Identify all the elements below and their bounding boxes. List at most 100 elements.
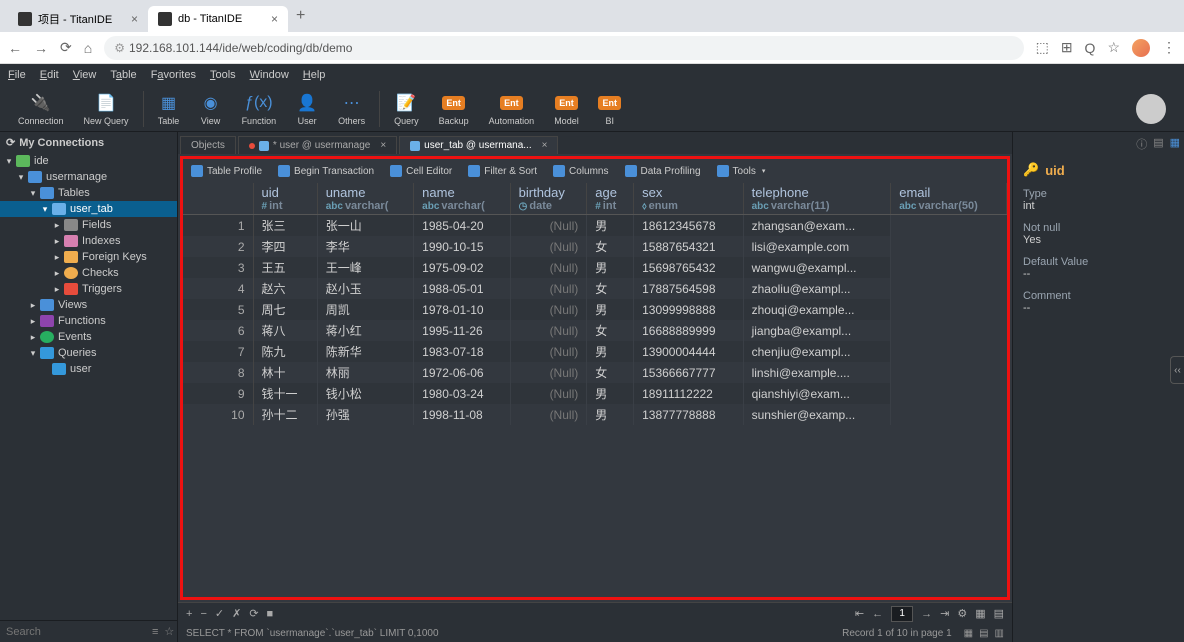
tree-item[interactable]: ▾Queries: [0, 345, 177, 361]
column-header[interactable]: uid# int: [253, 183, 317, 215]
profile-avatar[interactable]: [1132, 39, 1150, 57]
table-row[interactable]: 3王五王一峰1975-09-02(Null)男15698765432wangwu…: [183, 257, 1007, 278]
layout-icon[interactable]: ▦: [964, 628, 973, 639]
search-input[interactable]: [6, 626, 148, 638]
menu-window[interactable]: Window: [250, 69, 289, 81]
new-query-button[interactable]: 📄New Query: [74, 90, 139, 128]
forward-button[interactable]: →: [34, 40, 48, 56]
settings-icon[interactable]: ⚙: [957, 607, 967, 620]
table-row[interactable]: 4赵六赵小玉1988-05-01(Null)女17887564598zhaoli…: [183, 278, 1007, 299]
function-button[interactable]: ƒ(x)Function: [232, 90, 287, 128]
cancel-button[interactable]: ✗: [232, 607, 241, 620]
tree-item[interactable]: ▾usermanage: [0, 169, 177, 185]
table-row[interactable]: 10孙十二孙强1998-11-08(Null)男13877778888sunsh…: [183, 404, 1007, 425]
model-button[interactable]: EntModel: [544, 90, 589, 128]
column-header[interactable]: nameabc varchar(: [414, 183, 510, 215]
site-info-icon[interactable]: ⚙: [114, 41, 125, 55]
tree-item[interactable]: ▸Checks: [0, 265, 177, 281]
table-row[interactable]: 2李四李华1990-10-15(Null)女15887654321lisi@ex…: [183, 236, 1007, 257]
star-icon[interactable]: ☆: [164, 625, 174, 638]
columns-button[interactable]: Columns: [553, 165, 608, 177]
column-header[interactable]: age# int: [587, 183, 634, 215]
tree-item[interactable]: ▸Triggers: [0, 281, 177, 297]
form-view-icon[interactable]: ▤: [994, 607, 1004, 620]
page-input[interactable]: [891, 606, 913, 622]
editor-tab[interactable]: user_tab @ usermana...×: [399, 136, 558, 154]
commit-button[interactable]: ✓: [215, 607, 224, 620]
prev-page-button[interactable]: ←: [872, 608, 883, 620]
data-profiling-button[interactable]: Data Profiling: [625, 165, 701, 177]
grid-view-icon[interactable]: ▦: [975, 607, 985, 620]
tree-item[interactable]: user: [0, 361, 177, 377]
data-grid[interactable]: uid# intunameabc varchar(nameabc varchar…: [183, 183, 1007, 597]
menu-edit[interactable]: Edit: [40, 69, 59, 81]
column-header[interactable]: unameabc varchar(: [317, 183, 413, 215]
others-button[interactable]: ⋯Others: [328, 90, 375, 128]
tree-item[interactable]: ▸Events: [0, 329, 177, 345]
table-row[interactable]: 9钱十一钱小松1980-03-24(Null)男18911112222qians…: [183, 383, 1007, 404]
info-icon[interactable]: ⓘ: [1136, 136, 1147, 152]
browser-tab[interactable]: 项目 - TitanIDE ×: [8, 6, 148, 32]
tree-item[interactable]: ▾ide: [0, 153, 177, 169]
url-input[interactable]: ⚙ 192.168.101.144/ide/web/coding/db/demo: [104, 36, 1023, 60]
column-header[interactable]: sex⬨ enum: [634, 183, 744, 215]
bi-button[interactable]: EntBI: [589, 90, 631, 128]
last-page-button[interactable]: ⇥: [940, 607, 949, 620]
close-icon[interactable]: ×: [131, 12, 138, 26]
column-header[interactable]: birthday◷ date: [510, 183, 587, 215]
stop-button[interactable]: ■: [267, 608, 274, 620]
tree-item[interactable]: ▸Functions: [0, 313, 177, 329]
user-button[interactable]: 👤User: [286, 90, 328, 128]
menu-icon[interactable]: ⋮: [1162, 39, 1176, 56]
menu-favorites[interactable]: Favorites: [151, 69, 196, 81]
refresh-button[interactable]: ⟳: [249, 607, 258, 620]
cell-editor-button[interactable]: Cell Editor: [390, 165, 452, 177]
extensions-icon[interactable]: ⊞: [1061, 39, 1073, 56]
layout-icon[interactable]: ▥: [995, 628, 1004, 639]
tree-item[interactable]: ▾Tables: [0, 185, 177, 201]
table-row[interactable]: 6蒋八蒋小红1995-11-26(Null)女16688889999jiangb…: [183, 320, 1007, 341]
connection-button[interactable]: 🔌Connection: [8, 90, 74, 128]
menu-view[interactable]: View: [73, 69, 97, 81]
table-row[interactable]: 7陈九陈新华1983-07-18(Null)男13900004444chenji…: [183, 341, 1007, 362]
editor-tab[interactable]: * user @ usermanage×: [238, 136, 397, 154]
automation-button[interactable]: EntAutomation: [479, 90, 545, 128]
tree-item[interactable]: ▸Views: [0, 297, 177, 313]
search-icon[interactable]: Q: [1085, 40, 1096, 56]
filter-sort-button[interactable]: Filter & Sort: [468, 165, 537, 177]
menu-tools[interactable]: Tools: [210, 69, 236, 81]
home-button[interactable]: ⌂: [84, 40, 92, 56]
table-profile-button[interactable]: Table Profile: [191, 165, 262, 177]
menu-file[interactable]: File: [8, 69, 26, 81]
table-row[interactable]: 1张三张一山1985-04-20(Null)男18612345678zhangs…: [183, 215, 1007, 237]
bookmark-icon[interactable]: ☆: [1107, 39, 1120, 56]
tools-button[interactable]: Tools▾: [717, 165, 766, 177]
reload-button[interactable]: ⟳: [60, 39, 72, 56]
tree-item[interactable]: ▾user_tab: [0, 201, 177, 217]
back-button[interactable]: ←: [8, 40, 22, 56]
table-row[interactable]: 8林十林丽1972-06-06(Null)女15366667777linshi@…: [183, 362, 1007, 383]
close-icon[interactable]: ×: [542, 140, 548, 151]
next-page-button[interactable]: →: [921, 608, 932, 620]
new-tab-button[interactable]: +: [296, 7, 305, 25]
install-icon[interactable]: ⬚: [1036, 39, 1049, 56]
grid-view-icon[interactable]: ▦: [1170, 136, 1180, 152]
table-button[interactable]: ▦Table: [148, 90, 190, 128]
expand-panel-button[interactable]: ‹‹: [1170, 356, 1184, 384]
view-button[interactable]: ◉View: [190, 90, 232, 128]
column-header[interactable]: telephoneabc varchar(11): [743, 183, 891, 215]
editor-tab[interactable]: Objects: [180, 136, 236, 154]
browser-tab[interactable]: db - TitanIDE ×: [148, 6, 288, 32]
list-view-icon[interactable]: ▤: [1153, 136, 1163, 152]
backup-button[interactable]: EntBackup: [429, 90, 479, 128]
begin-transaction-button[interactable]: Begin Transaction: [278, 165, 374, 177]
close-icon[interactable]: ×: [271, 12, 278, 26]
layout-icon[interactable]: ▤: [979, 628, 988, 639]
column-header[interactable]: emailabc varchar(50): [891, 183, 1007, 215]
menu-help[interactable]: Help: [303, 69, 326, 81]
query-button[interactable]: 📝Query: [384, 90, 429, 128]
user-avatar[interactable]: [1136, 94, 1166, 124]
tree-item[interactable]: ▸Indexes: [0, 233, 177, 249]
table-row[interactable]: 5周七周凯1978-01-10(Null)男13099998888zhouqi@…: [183, 299, 1007, 320]
tree-item[interactable]: ▸Fields: [0, 217, 177, 233]
